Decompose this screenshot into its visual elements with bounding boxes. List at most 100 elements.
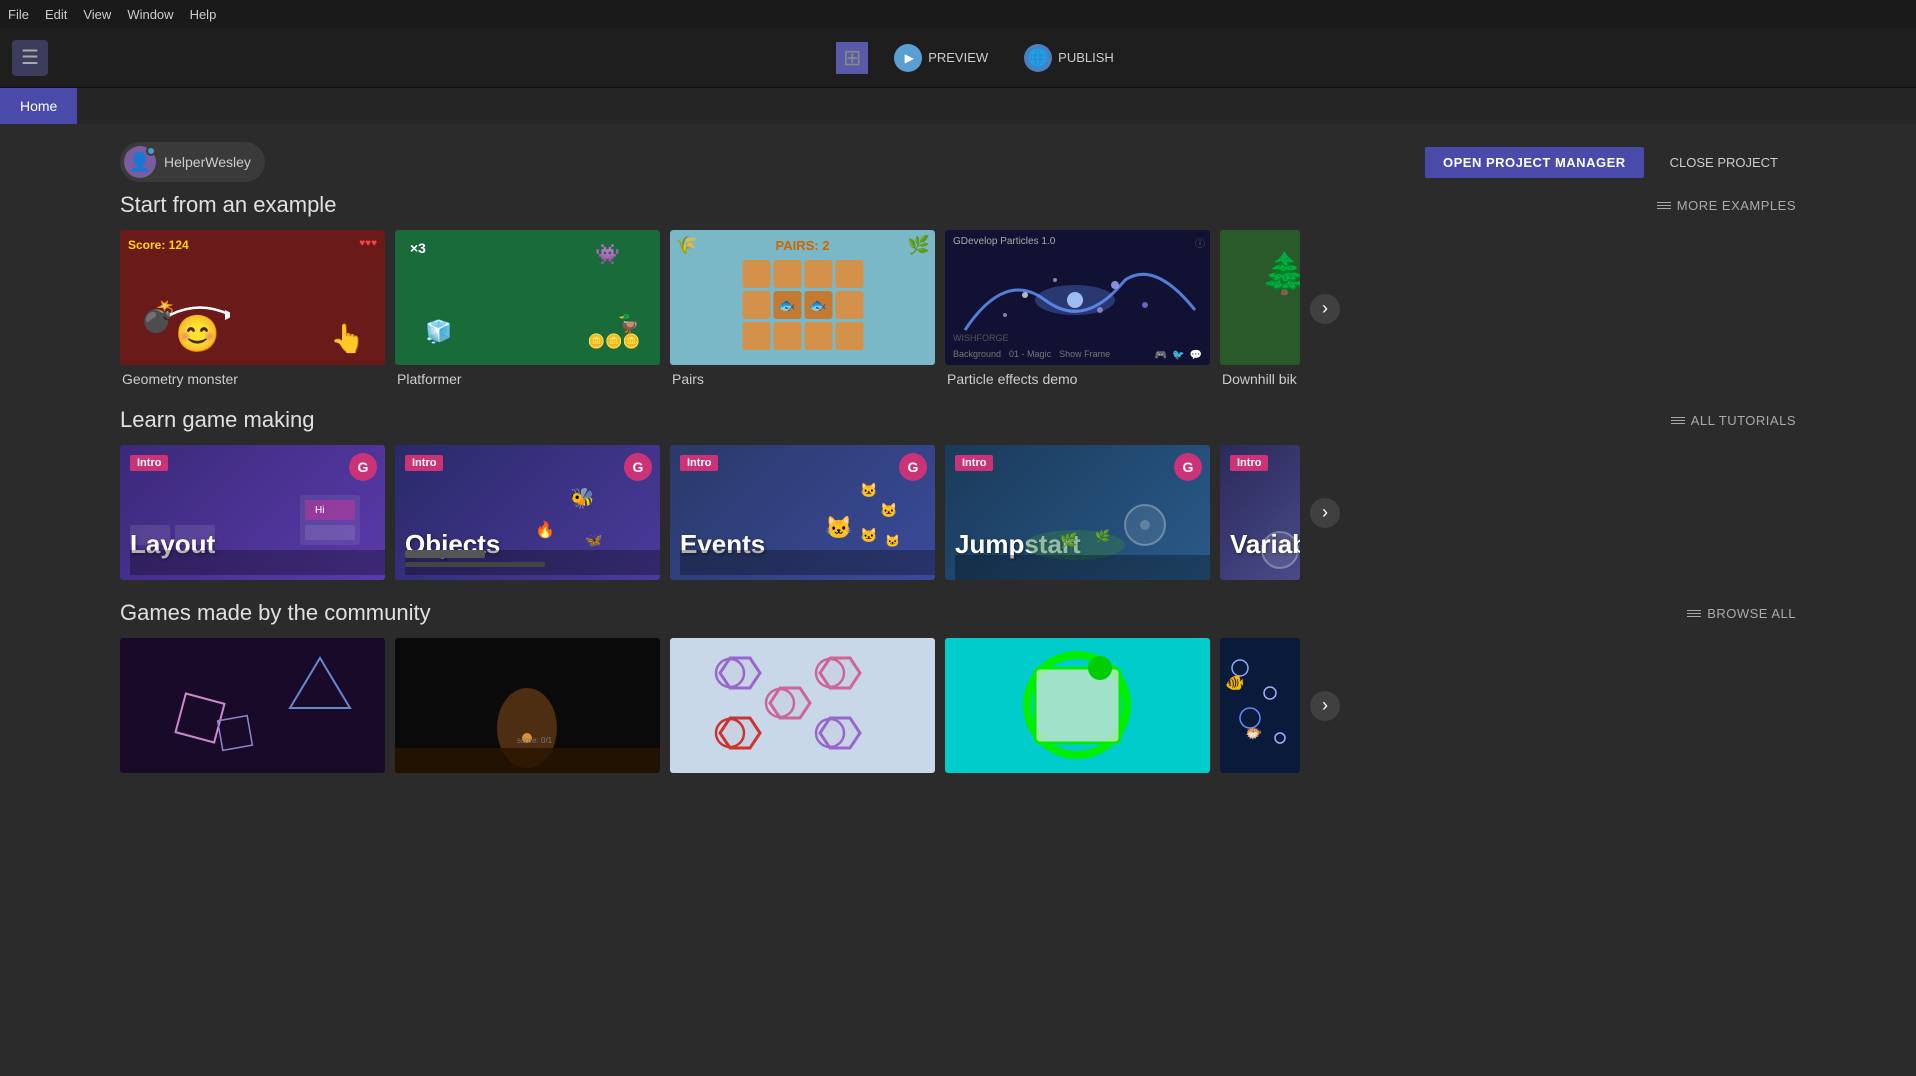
menu-edit[interactable]: Edit	[45, 7, 67, 22]
open-project-manager-button[interactable]: OPEN PROJECT MANAGER	[1425, 147, 1644, 178]
gdevelop-logo-events: G	[899, 453, 927, 481]
example-card-downhill-img: 🌲	[1220, 230, 1300, 365]
particles-info-icon: ⓘ	[1195, 235, 1205, 250]
tutorial-card-events[interactable]: Intro G Events 🐱 🐱 🐱 🐱 🐱	[670, 445, 935, 580]
tutorial-card-jumpstart[interactable]: Intro G Jumpstart 🌿 🌿	[945, 445, 1210, 580]
all-tutorials-label: ALL TUTORIALS	[1691, 413, 1796, 428]
comm-card-4-svg	[945, 638, 1210, 773]
all-tutorials-link[interactable]: ALL TUTORIALS	[1671, 413, 1796, 428]
svg-text:🐱: 🐱	[860, 527, 877, 543]
svg-text:🐱: 🐱	[825, 515, 852, 540]
community-cards-row: score: 0/1	[120, 638, 1796, 773]
particles-label: GDevelop Particles 1.0	[953, 236, 1055, 247]
tutorials-section-title: Learn game making	[120, 407, 314, 433]
svg-text:🐠: 🐠	[1225, 675, 1245, 692]
community-card-4[interactable]	[945, 638, 1210, 773]
tutorials-cards-row: Intro G Layout Hi Intro G Objects	[120, 445, 1796, 580]
example-card-pairs-label: Pairs	[670, 371, 935, 387]
menu-bar: File Edit View Window Help	[0, 0, 1916, 28]
plat-coins: 🪙🪙🪙	[588, 333, 640, 350]
toolbar-center: ⊞ ▶ PREVIEW 🌐 PUBLISH	[56, 40, 1904, 76]
tut-title-layout: Layout	[130, 529, 215, 560]
comm-card-5-svg: 🐠 🐡	[1220, 638, 1300, 773]
arrow-right-icon: ›	[1322, 298, 1328, 319]
pairs-plant-left: 🌿	[908, 235, 930, 256]
examples-next-arrow[interactable]: ›	[1310, 294, 1340, 324]
browse-all-label: BROWSE ALL	[1707, 606, 1796, 621]
avatar-online-dot	[146, 146, 156, 156]
tutorial-card-variables[interactable]: Intro Variab +1	[1220, 445, 1300, 580]
tut-badge-variables: Intro	[1230, 455, 1268, 471]
publish-icon: 🌐	[1024, 44, 1052, 72]
tutorials-section: Learn game making ALL TUTORIALS Intro G …	[120, 407, 1796, 580]
browse-all-link[interactable]: BROWSE ALL	[1687, 606, 1796, 621]
example-card-platformer-label: Platformer	[395, 371, 660, 387]
example-card-pairs[interactable]: PAIRS: 2 🐟 🐟	[670, 230, 935, 387]
list-icon	[1657, 200, 1671, 210]
gdevelop-logo-jumpstart: G	[1174, 453, 1202, 481]
tab-bar: Home	[0, 88, 1916, 124]
comm-card-3-svg	[670, 638, 935, 773]
community-card-3[interactable]	[670, 638, 935, 773]
more-examples-link[interactable]: MORE EXAMPLES	[1657, 198, 1796, 213]
example-card-platformer[interactable]: ×3 👾 🧊 🪙🪙🪙 🦆 Platformer	[395, 230, 660, 387]
community-card-5[interactable]: 🐠 🐡	[1220, 638, 1300, 773]
example-card-particles-img: GDevelop Particles 1.0 Ba	[945, 230, 1210, 365]
example-card-downhill-label: Downhill bik	[1220, 371, 1300, 387]
tab-home-label: Home	[20, 98, 57, 114]
example-card-downhill[interactable]: 🌲 Downhill bik	[1220, 230, 1300, 387]
example-card-platformer-img: ×3 👾 🧊 🪙🪙🪙 🦆	[395, 230, 660, 365]
community-section-title: Games made by the community	[120, 600, 431, 626]
example-card-particles[interactable]: GDevelop Particles 1.0 Ba	[945, 230, 1210, 387]
pairs-title: PAIRS: 2	[776, 238, 830, 253]
tab-home[interactable]: Home	[0, 88, 77, 124]
more-examples-label: MORE EXAMPLES	[1677, 198, 1796, 213]
list-icon-community	[1687, 608, 1701, 618]
pixel-grid-icon: ⊞	[836, 42, 868, 74]
user-profile[interactable]: 👤 HelperWesley	[120, 142, 265, 182]
community-section-header: Games made by the community BROWSE ALL	[120, 600, 1796, 626]
community-section: Games made by the community BROWSE ALL	[120, 600, 1796, 773]
example-card-geometry-monster[interactable]: Score: 124 ♥♥♥ 💣 😊 👆 Geometry monster	[120, 230, 385, 387]
example-card-pairs-img: PAIRS: 2 🐟 🐟	[670, 230, 935, 365]
arrow-right-icon-tut: ›	[1322, 502, 1328, 523]
svg-text:🦋: 🦋	[585, 532, 603, 548]
avatar: 👤	[124, 146, 156, 178]
tut-badge-layout: Intro	[130, 455, 168, 471]
community-card-2[interactable]: score: 0/1	[395, 638, 660, 773]
geo-hearts: ♥♥♥	[359, 238, 377, 249]
plat-enemy: 🦆	[618, 314, 640, 335]
svg-text:🐱: 🐱	[885, 534, 900, 548]
close-project-button[interactable]: CLOSE PROJECT	[1652, 147, 1796, 178]
geo-score: Score: 124	[128, 238, 189, 252]
community-next-arrow[interactable]: ›	[1310, 691, 1340, 721]
community-card-1[interactable]	[120, 638, 385, 773]
publish-label: PUBLISH	[1058, 50, 1114, 65]
menu-view[interactable]: View	[83, 7, 111, 22]
svg-text:score: 0/1: score: 0/1	[517, 736, 553, 745]
particles-footer: Background 01 - Magic Show Frame	[953, 349, 1110, 359]
preview-button[interactable]: ▶ PREVIEW	[884, 40, 998, 76]
example-card-particles-label: Particle effects demo	[945, 371, 1210, 387]
plat-blob-icon: 👾	[595, 242, 620, 267]
menu-file[interactable]: File	[8, 7, 29, 22]
svg-text:🌿: 🌿	[1095, 529, 1110, 543]
tutorial-card-layout[interactable]: Intro G Layout Hi	[120, 445, 385, 580]
svg-text:Hi: Hi	[315, 505, 324, 516]
tut-title-objects: Objects	[405, 529, 500, 560]
publish-button[interactable]: 🌐 PUBLISH	[1014, 40, 1124, 76]
menu-help[interactable]: Help	[190, 7, 217, 22]
menu-window[interactable]: Window	[127, 7, 173, 22]
tutorials-next-arrow[interactable]: ›	[1310, 498, 1340, 528]
tut-title-events: Events	[680, 529, 765, 560]
svg-text:🐝: 🐝	[570, 487, 595, 510]
svg-text:🐱: 🐱	[880, 502, 897, 518]
comm-card-1-svg	[120, 638, 385, 773]
user-header: 👤 HelperWesley OPEN PROJECT MANAGER CLOS…	[120, 124, 1796, 192]
list-icon-tutorials	[1671, 415, 1685, 425]
toolbar: ☰ ⊞ ▶ PREVIEW 🌐 PUBLISH	[0, 28, 1916, 88]
svg-text:🐱: 🐱	[860, 482, 877, 498]
app-logo: ☰	[12, 40, 48, 76]
particles-social-icons: 🎮 🐦 💬	[1155, 350, 1202, 361]
tutorial-card-objects[interactable]: Intro G Objects 🐝 🔥 🦋	[395, 445, 660, 580]
